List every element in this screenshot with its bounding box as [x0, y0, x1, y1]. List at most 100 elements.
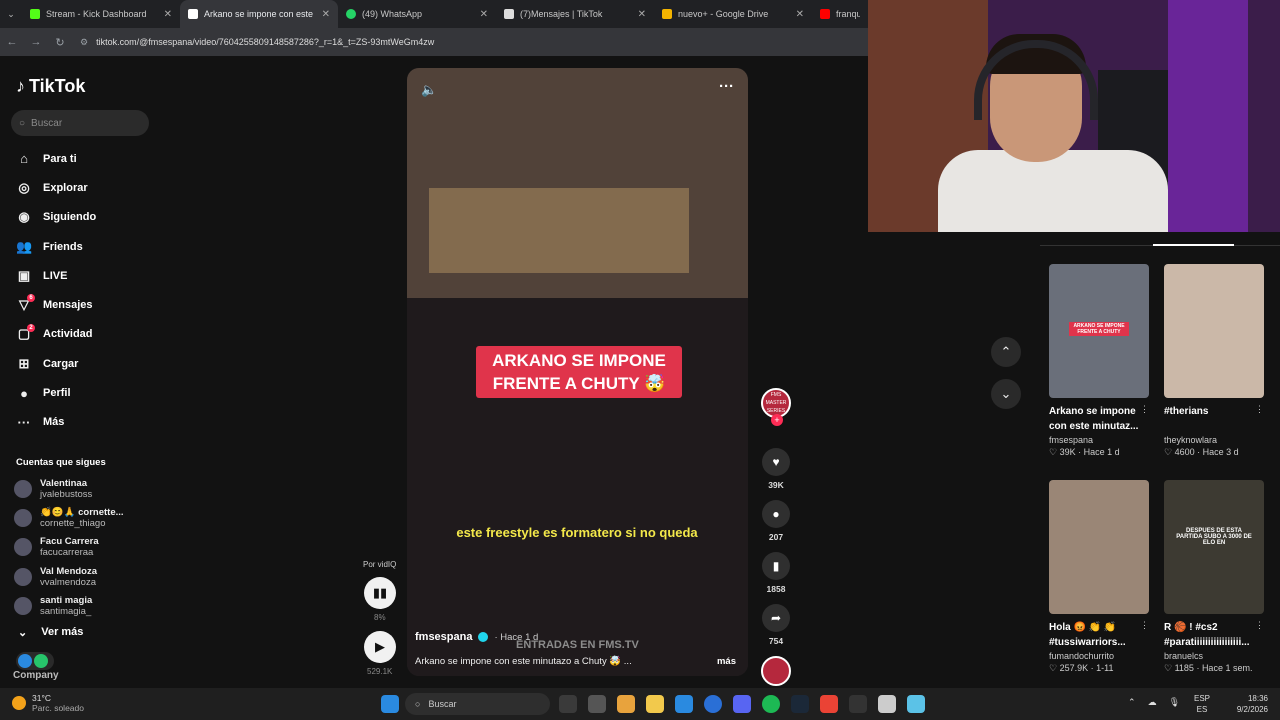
author-name[interactable]: fmsespana: [415, 631, 472, 643]
video-player[interactable]: 🔈 ··· ARKANO SE IMPONE FRENTE A CHUTY 🤯 …: [407, 68, 748, 676]
sidebar-item[interactable]: 👥 Friends: [16, 232, 96, 261]
kebab-menu-icon[interactable]: ⋮: [1140, 620, 1149, 631]
card-title[interactable]: Hola 😡 👏 👏 #tussiwarriors...: [1049, 620, 1149, 650]
comment-action[interactable]: ● 207: [759, 500, 793, 552]
video-thumbnail[interactable]: [1049, 480, 1149, 614]
next-video-button[interactable]: ⌄: [991, 379, 1021, 409]
heart-icon[interactable]: ♥: [762, 448, 790, 476]
following-account[interactable]: Facu Carrera facucarreraa: [14, 533, 124, 562]
sidebar-item[interactable]: ⊞ Cargar: [16, 349, 96, 378]
url-text[interactable]: tiktok.com/@fmsespana/video/760425580914…: [96, 37, 434, 47]
browser-tab[interactable]: (49) WhatsApp ✕: [338, 0, 496, 28]
close-tab-icon[interactable]: ✕: [164, 9, 172, 20]
sidebar-item[interactable]: ◉ Siguiendo: [16, 203, 96, 232]
tab-search-icon[interactable]: ⌄: [0, 0, 22, 28]
cloud-icon[interactable]: ☁: [1148, 697, 1157, 708]
suggested-video-card[interactable]: DESPUES DE ESTA PARTIDA SUBO A 3000 DE E…: [1164, 480, 1264, 674]
video-thumbnail[interactable]: [1164, 264, 1264, 398]
card-title[interactable]: #therians: [1164, 404, 1264, 434]
sound-avatar[interactable]: [761, 656, 791, 686]
file-icon[interactable]: [588, 695, 606, 713]
notepad-icon[interactable]: [907, 695, 925, 713]
card-user[interactable]: theyknowlara: [1164, 435, 1264, 445]
card-user[interactable]: fumandochurrito: [1049, 651, 1149, 661]
close-tab-icon[interactable]: ✕: [322, 9, 330, 20]
reload-icon[interactable]: ↻: [48, 36, 72, 49]
steam-icon[interactable]: [791, 695, 809, 713]
video-thumbnail[interactable]: ARKANO SE IMPONE FRENTE A CHUTY: [1049, 264, 1149, 398]
more-options-icon[interactable]: ···: [719, 78, 734, 95]
clock[interactable]: 18:36 9/2/2026: [1237, 693, 1268, 715]
kebab-menu-icon[interactable]: ⋮: [1255, 404, 1264, 415]
close-tab-icon[interactable]: ✕: [638, 9, 646, 20]
microphone-icon[interactable]: 🎙: [1169, 697, 1180, 708]
sound-avatar-action[interactable]: [759, 656, 793, 686]
browser-tab[interactable]: Stream - Kick Dashboard ✕: [22, 0, 180, 28]
play-button[interactable]: ▶: [364, 631, 396, 663]
forward-icon[interactable]: →: [24, 36, 48, 48]
creator-avatar-action[interactable]: FMS MASTER SERIES +: [759, 388, 793, 448]
taskbar-search[interactable]: ○ Buscar: [405, 693, 550, 715]
folder-icon[interactable]: [646, 695, 664, 713]
close-tab-icon[interactable]: ✕: [480, 9, 488, 20]
suggested-video-card[interactable]: #therians ⋮ theyknowlara ♡ 4600 · Hace 3 d: [1164, 264, 1264, 458]
sidebar-item[interactable]: ▽ 6 Mensajes: [16, 290, 96, 319]
sidebar-item[interactable]: ⌂ Para ti: [16, 144, 96, 173]
back-icon[interactable]: ←: [0, 36, 24, 48]
chevron-up-icon[interactable]: ⌃: [1128, 697, 1136, 708]
browser-tab[interactable]: nuevo+ - Google Drive ✕: [654, 0, 812, 28]
task-view-icon[interactable]: [559, 695, 577, 713]
following-account[interactable]: 👏😊🙏 cornette... cornette_thiago: [14, 503, 124, 532]
company-link[interactable]: Company: [13, 670, 59, 681]
sidebar-item[interactable]: ▣ LIVE: [16, 261, 96, 290]
share-action[interactable]: ➦ 754: [759, 604, 793, 656]
browser-tab[interactable]: franquis: [812, 0, 860, 28]
more-link[interactable]: más: [717, 656, 736, 667]
chrome-icon[interactable]: [820, 695, 838, 713]
following-account[interactable]: Valentinaa jvalebustoss: [14, 474, 124, 503]
capcut-icon[interactable]: [878, 695, 896, 713]
card-title[interactable]: R 🏀 ! #cs2 #paratiiiiiiiiiiiiiiiii...: [1164, 620, 1264, 650]
sidebar-item[interactable]: ··· Más: [16, 408, 96, 437]
windows-start-icon[interactable]: [381, 695, 399, 713]
edge-icon[interactable]: [675, 695, 693, 713]
kebab-menu-icon[interactable]: ⋮: [1140, 404, 1149, 415]
sidebar-item[interactable]: ▢ 2 Actividad: [16, 320, 96, 349]
following-account[interactable]: Val Mendoza vvalmendoza: [14, 562, 124, 591]
like-action[interactable]: ♥ 39K: [759, 448, 793, 500]
kebab-menu-icon[interactable]: ⋮: [1255, 620, 1264, 631]
site-info-icon[interactable]: ⚙: [80, 37, 88, 48]
previous-video-button[interactable]: ⌃: [991, 337, 1021, 367]
suggested-video-card[interactable]: ARKANO SE IMPONE FRENTE A CHUTY Arkano se…: [1049, 264, 1149, 458]
see-more-button[interactable]: ⌄ Ver más: [18, 626, 83, 639]
obs-icon[interactable]: [849, 695, 867, 713]
store-icon[interactable]: [704, 695, 722, 713]
search-input[interactable]: ○ Buscar: [11, 110, 149, 136]
sidebar-item[interactable]: ● Perfil: [16, 378, 96, 407]
language-indicator[interactable]: ESP ES: [1194, 693, 1210, 715]
comment-icon[interactable]: ●: [762, 500, 790, 528]
tiktok-logo[interactable]: ♪ TikTok: [16, 76, 85, 97]
video-thumbnail[interactable]: DESPUES DE ESTA PARTIDA SUBO A 3000 DE E…: [1164, 480, 1264, 614]
card-title[interactable]: Arkano se impone con este minutaz...: [1049, 404, 1149, 434]
discord-icon[interactable]: [733, 695, 751, 713]
follow-plus-icon[interactable]: +: [771, 414, 783, 426]
card-user[interactable]: fmsespana: [1049, 435, 1149, 445]
copilot-icon[interactable]: [617, 695, 635, 713]
following-account[interactable]: santi magia santimagia_: [14, 591, 124, 620]
sidebar-item[interactable]: ◎ Explorar: [16, 173, 96, 202]
bookmark-icon[interactable]: ▮: [762, 552, 790, 580]
save-action[interactable]: ▮ 1858: [759, 552, 793, 604]
browser-tab[interactable]: (7)Mensajes | TikTok ✕: [496, 0, 654, 28]
suggested-video-card[interactable]: Hola 😡 👏 👏 #tussiwarriors... ⋮ fumandochur…: [1049, 480, 1149, 674]
volume-icon[interactable]: 🔈: [421, 82, 437, 98]
card-user[interactable]: branuelcs: [1164, 651, 1264, 661]
close-tab-icon[interactable]: ✕: [796, 9, 804, 20]
spotify-icon[interactable]: [762, 695, 780, 713]
video-author[interactable]: fmsespana · Hace 1 d: [415, 631, 538, 643]
browser-tab-active[interactable]: Arkano se impone con este ✕: [180, 0, 338, 28]
weather-widget[interactable]: 31°C Parc. soleado: [12, 693, 84, 713]
vidiq-stats-button[interactable]: ▮▮: [364, 577, 396, 609]
share-icon[interactable]: ➦: [762, 604, 790, 632]
company-icons[interactable]: [16, 652, 54, 670]
